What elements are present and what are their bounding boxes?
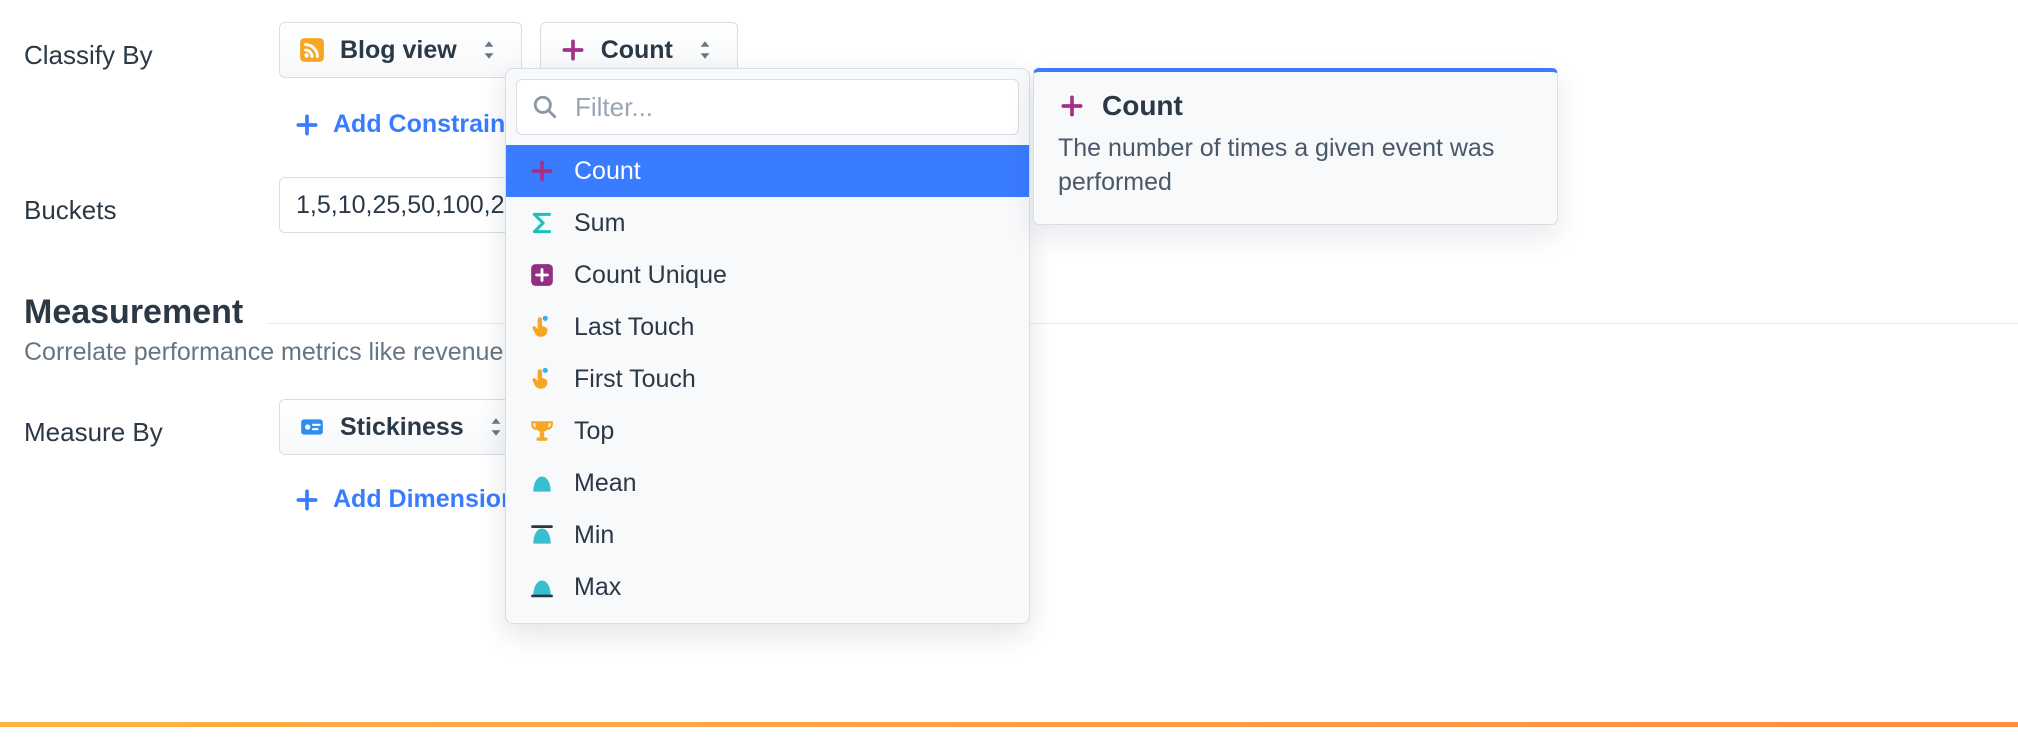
dropdown-item-label: Sum xyxy=(574,209,625,238)
aggregation-tooltip: Count The number of times a given event … xyxy=(1033,68,1558,225)
dropdown-item-label: Mean xyxy=(574,469,637,498)
dropdown-item-sum[interactable]: Sum xyxy=(506,197,1029,249)
dropdown-item-last-touch[interactable]: Last Touch xyxy=(506,301,1029,353)
measurement-title: Measurement xyxy=(24,293,243,332)
touch-icon xyxy=(528,365,556,393)
dropdown-item-first-touch[interactable]: First Touch xyxy=(506,353,1029,405)
sort-icon xyxy=(475,36,503,64)
bell-icon xyxy=(528,469,556,497)
add-dimension-button[interactable]: Add Dimension xyxy=(279,477,530,522)
add-dimension-label: Add Dimension xyxy=(333,485,516,514)
add-constraint-label: Add Constraint xyxy=(333,110,514,139)
dropdown-item-count[interactable]: Count xyxy=(506,145,1029,197)
search-icon xyxy=(531,93,559,121)
add-constraint-button[interactable]: Add Constraint xyxy=(279,102,528,147)
trophy-icon xyxy=(528,417,556,445)
measure-value: Stickiness xyxy=(340,413,464,442)
dropdown-item-top[interactable]: Top xyxy=(506,405,1029,457)
buckets-label: Buckets xyxy=(24,177,279,226)
dropdown-item-min[interactable]: Min xyxy=(506,509,1029,561)
dropdown-item-label: Count xyxy=(574,157,641,186)
dropdown-item-label: Count Unique xyxy=(574,261,727,290)
measure-by-label: Measure By xyxy=(24,399,279,448)
dropdown-item-label: First Touch xyxy=(574,365,696,394)
tooltip-title: Count xyxy=(1102,90,1183,122)
bell-up-icon xyxy=(528,573,556,601)
plus-icon xyxy=(559,36,587,64)
dropdown-item-label: Last Touch xyxy=(574,313,694,342)
classify-event-selector[interactable]: Blog view xyxy=(279,22,522,78)
sort-icon xyxy=(691,36,719,64)
rss-icon xyxy=(298,36,326,64)
tooltip-description: The number of times a given event was pe… xyxy=(1058,132,1533,200)
dropdown-item-label: Top xyxy=(574,417,614,446)
classify-by-label: Classify By xyxy=(24,22,279,71)
bell-down-icon xyxy=(528,521,556,549)
plus-icon xyxy=(1058,92,1086,120)
plus-icon xyxy=(293,486,321,514)
dropdown-filter-input[interactable] xyxy=(573,91,1004,124)
plus-box-icon xyxy=(528,261,556,289)
touch-icon xyxy=(528,313,556,341)
dropdown-item-label: Max xyxy=(574,573,621,602)
plus-magenta-icon xyxy=(528,157,556,185)
plus-icon xyxy=(293,111,321,139)
dropdown-item-mean[interactable]: Mean xyxy=(506,457,1029,509)
sigma-icon xyxy=(528,209,556,237)
dropdown-item-count-unique[interactable]: Count Unique xyxy=(506,249,1029,301)
classify-agg-value: Count xyxy=(601,36,673,65)
measure-selector[interactable]: Stickiness xyxy=(279,399,529,455)
aggregation-dropdown: Count Sum Count Unique Last Touch First Touc… xyxy=(505,68,1030,624)
bottom-accent xyxy=(0,722,2018,727)
dropdown-item-label: Min xyxy=(574,521,614,550)
dropdown-filter[interactable] xyxy=(516,79,1019,135)
classify-event-value: Blog view xyxy=(340,36,457,65)
dropdown-item-max[interactable]: Max xyxy=(506,561,1029,613)
id-card-icon xyxy=(298,413,326,441)
